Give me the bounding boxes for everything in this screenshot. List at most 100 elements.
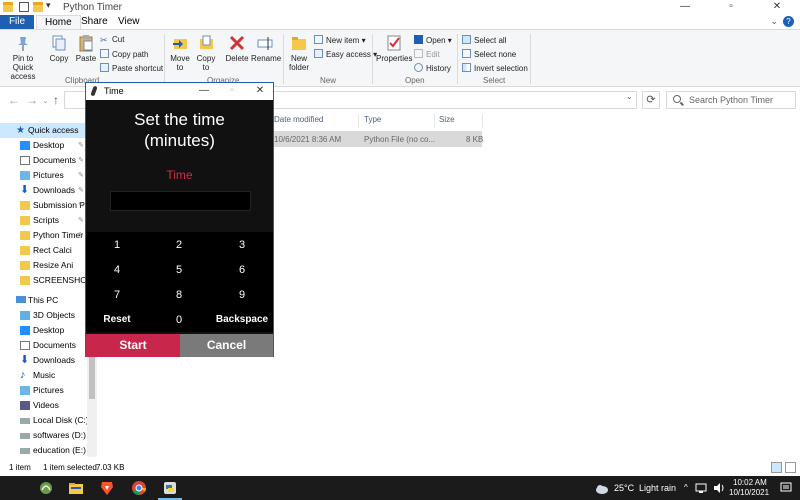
delete-button[interactable]: Delete [225,34,249,63]
python-icon[interactable] [162,480,178,496]
nav-this-pc[interactable]: This PC [0,293,97,308]
maximize-button[interactable]: ▫ [708,0,754,15]
dialog-maximize-button[interactable]: ▫ [218,83,246,100]
nav-submission[interactable]: Submission P ✎ [0,198,97,213]
key-5[interactable]: 5 [148,264,210,276]
nav-pc-desktop[interactable]: Desktop [0,323,97,338]
nav-quick-access[interactable]: ★ Quick access [0,123,97,138]
file-explorer-icon[interactable] [68,480,84,496]
nav-local-disk-c[interactable]: Local Disk (C:) [0,413,97,428]
network-icon[interactable] [695,482,707,494]
move-to-button[interactable]: Move to [168,34,192,72]
details-view-button[interactable] [771,462,782,473]
chevron-up-icon[interactable]: ^ [684,483,688,492]
column-divider[interactable] [482,114,483,128]
app-icon[interactable] [38,480,54,496]
nav-3d-objects[interactable]: 3D Objects [0,308,97,323]
nav-resize-ani[interactable]: Resize Ani [0,258,97,273]
refresh-button[interactable]: ⟳ [642,91,660,109]
cut-button[interactable]: ✂ Cut [100,35,124,45]
nav-pc-pictures[interactable]: Pictures [0,383,97,398]
large-icons-view-button[interactable] [785,462,796,473]
recent-dropdown-icon[interactable]: ⌄ [42,96,49,105]
key-3[interactable]: 3 [211,239,273,251]
column-date-modified[interactable]: Date modified [274,115,323,124]
notification-icon[interactable] [780,482,792,494]
nav-pc-documents[interactable]: Documents [0,338,97,353]
quick-access-dropdown-icon[interactable]: ▾ [46,0,51,11]
select-all-button[interactable]: Select all [462,35,506,45]
key-1[interactable]: 1 [86,239,148,251]
copy-path-button[interactable]: Copy path [100,49,148,59]
key-8[interactable]: 8 [148,289,210,301]
chrome-icon[interactable] [131,480,147,496]
select-none-button[interactable]: Select none [462,49,516,59]
copy-to-button[interactable]: Copy to [194,34,218,72]
time-entry[interactable] [110,191,251,211]
column-type[interactable]: Type [364,115,381,124]
invert-selection-button[interactable]: Invert selection [462,63,528,73]
key-7[interactable]: 7 [86,289,148,301]
column-size[interactable]: Size [439,115,455,124]
pin-quick-access-button[interactable]: Pin to Quick access [2,34,44,81]
column-divider[interactable] [434,114,435,128]
weather-desc[interactable]: Light rain [639,483,676,493]
minimize-button[interactable]: — [662,0,708,15]
nav-education-e[interactable]: education (E:) [0,443,97,457]
folder-icon [20,216,30,225]
key-9[interactable]: 9 [211,289,273,301]
chevron-down-icon[interactable]: ⌄ [770,16,778,27]
clock-date[interactable]: 10/10/2021 [729,488,769,497]
tab-file[interactable]: File [0,15,34,29]
properties-quick-icon[interactable] [19,2,29,12]
search-input[interactable]: Search Python Timer [666,91,796,109]
brave-browser-icon[interactable] [99,480,115,496]
dialog-close-button[interactable]: ✕ [246,83,274,100]
nav-rect-calci[interactable]: Rect Calci [0,243,97,258]
easy-access-button[interactable]: Easy access ▾ [314,49,377,59]
copy-button[interactable]: Copy [46,34,72,63]
paste-shortcut-button[interactable]: Paste shortcut [100,63,163,73]
nav-documents[interactable]: Documents ✎ [0,153,97,168]
chevron-down-icon[interactable]: ⌄ [626,92,633,101]
nav-music[interactable]: ♪ Music [0,368,97,383]
back-arrow-icon[interactable]: ← [8,93,20,107]
new-item-button[interactable]: New item ▾ [314,35,366,45]
history-button[interactable]: History [414,63,451,73]
new-folder-button[interactable]: New folder [287,34,311,72]
edit-button[interactable]: Edit [414,49,440,59]
column-divider[interactable] [358,114,359,128]
key-0[interactable]: 0 [148,314,210,326]
nav-python-timer[interactable]: Python Timer ✎ [0,228,97,243]
key-4[interactable]: 4 [86,264,148,276]
volume-icon[interactable] [713,482,725,494]
key-2[interactable]: 2 [148,239,210,251]
close-button[interactable]: ✕ [754,0,800,15]
tab-view[interactable]: View [110,15,148,29]
start-button[interactable]: Start [86,334,180,357]
properties-button[interactable]: Properties [376,34,412,63]
nav-desktop[interactable]: Desktop ✎ [0,138,97,153]
nav-softwares-d[interactable]: softwares (D:) [0,428,97,443]
nav-screenshots[interactable]: SCREENSHOTS [0,273,97,288]
nav-pc-downloads[interactable]: ⬇ Downloads [0,353,97,368]
weather-temp[interactable]: 25°C [614,483,634,493]
rename-button[interactable]: Rename [251,34,281,63]
cancel-button[interactable]: Cancel [180,334,273,357]
new-folder-quick-icon[interactable] [33,2,43,12]
key-6[interactable]: 6 [211,264,273,276]
nav-videos[interactable]: Videos [0,398,97,413]
nav-pictures[interactable]: Pictures ✎ [0,168,97,183]
clock-time[interactable]: 10:02 AM [733,478,767,487]
up-arrow-icon[interactable]: ↑ [53,93,59,107]
paste-button[interactable]: Paste [74,34,98,63]
weather-cloud-icon[interactable] [594,481,610,497]
backspace-button[interactable]: Backspace [211,314,273,325]
dialog-minimize-button[interactable]: — [190,83,218,100]
forward-arrow-icon[interactable]: → [26,93,38,107]
nav-downloads[interactable]: ⬇ Downloads ✎ [0,183,97,198]
reset-button[interactable]: Reset [86,314,148,325]
help-icon[interactable]: ? [783,16,794,27]
open-button[interactable]: Open ▾ [414,35,452,45]
nav-scripts[interactable]: Scripts ✎ [0,213,97,228]
